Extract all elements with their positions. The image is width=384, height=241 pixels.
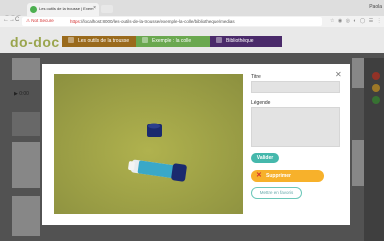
extension-icons[interactable]: ☆ ◉ ◎ ◐ ◯ ☰ ⋮	[330, 18, 383, 24]
delete-button[interactable]: ✕ Supprimer	[251, 170, 324, 182]
reload-icon[interactable]: C	[15, 17, 19, 23]
folder-icon	[68, 37, 74, 43]
browser-tab[interactable]: Les outils de la trousse | Exem ×	[27, 3, 99, 16]
close-icon[interactable]: ✕	[335, 70, 342, 79]
profile-name[interactable]: Paola	[369, 4, 382, 10]
breadcrumb-trousse[interactable]: Les outils de la trousse	[62, 36, 138, 47]
url-text: https://localhost:8000/les-outils-de-la-…	[70, 18, 235, 24]
glue-stick-photo	[54, 74, 243, 214]
not-secure-label[interactable]: ⚠ Not Secure	[26, 18, 54, 24]
delete-label: Supprimer	[266, 173, 292, 179]
address-bar-row: ← → C ⚠ Not Secure https://localhost:800…	[0, 16, 384, 27]
delete-x-icon: ✕	[256, 172, 262, 179]
breadcrumb-project[interactable]: Exemple : la colle	[136, 36, 212, 47]
media-edit-modal: ✕ Titre Légende Valider ✕ Supprimer Mett…	[42, 64, 350, 225]
title-label: Titre	[251, 74, 261, 80]
app-logo[interactable]: do-doc	[10, 34, 60, 50]
library-icon	[216, 37, 222, 43]
tab-close-icon[interactable]: ×	[93, 5, 96, 11]
caption-textarea[interactable]	[251, 107, 340, 147]
media-preview-image	[54, 74, 243, 214]
validate-button[interactable]: Valider	[251, 153, 279, 163]
breadcrumb-bibliotheque[interactable]: Bibliothèque	[210, 36, 282, 47]
new-tab-button[interactable]	[101, 5, 113, 13]
browser-tab-bar: Les outils de la trousse | Exem × Paola	[0, 0, 384, 19]
tab-favicon-icon	[30, 6, 37, 13]
title-input[interactable]	[251, 81, 340, 93]
url-input[interactable]: ⚠ Not Secure https://localhost:8000/les-…	[22, 17, 322, 26]
caption-label: Légende	[251, 100, 271, 106]
favorite-button[interactable]: Mettre en favoris	[251, 187, 302, 199]
project-icon	[142, 37, 148, 43]
tab-title: Les outils de la trousse | Exem	[39, 6, 94, 11]
